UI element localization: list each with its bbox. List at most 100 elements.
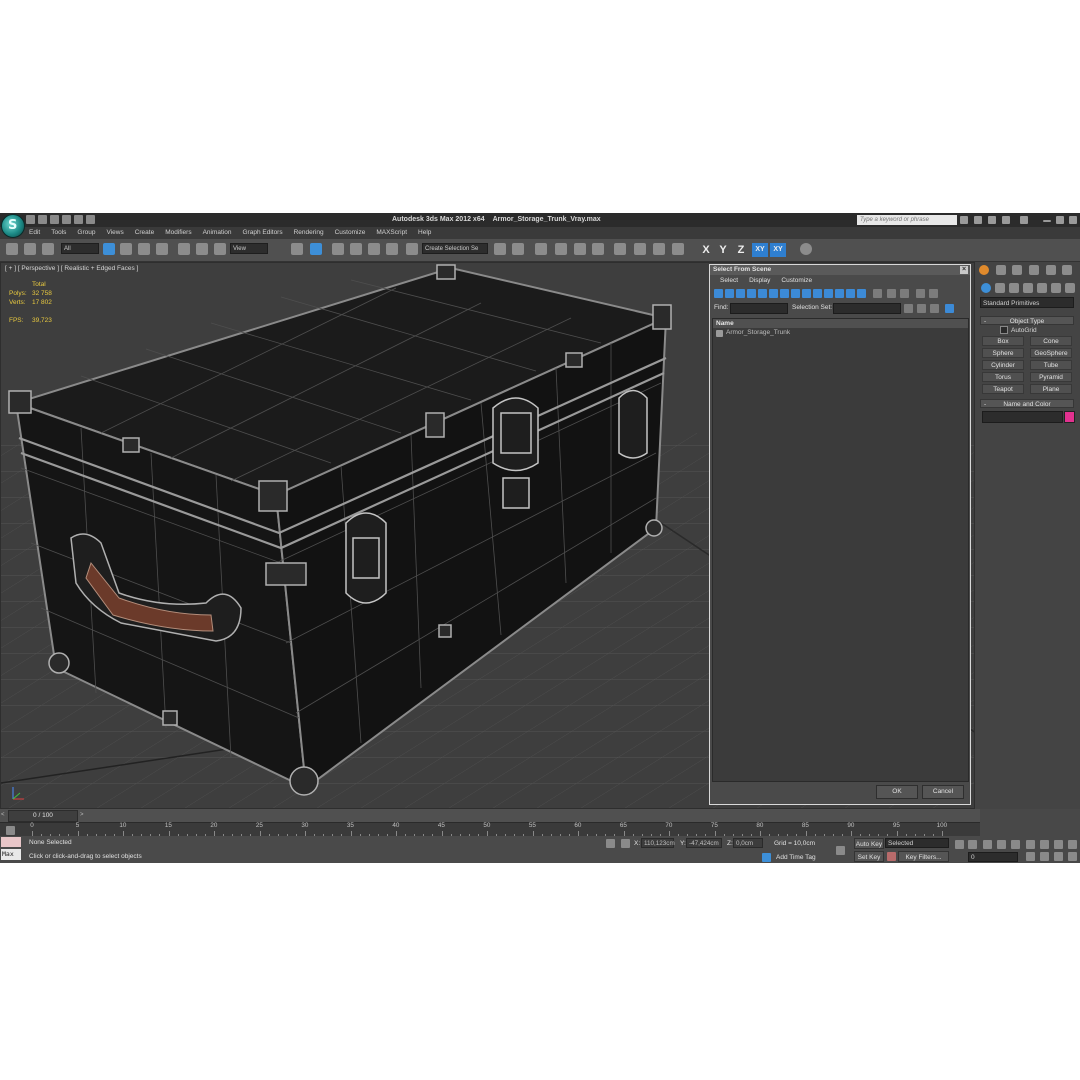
modify-tab-icon[interactable]: [996, 265, 1006, 275]
track-bar[interactable]: 0 5 10 15 20 25 30 35 40 45 50 55 60 65 70 75 80 85 90 95 10…: [0, 822, 980, 837]
material-editor-icon[interactable]: [614, 243, 626, 255]
sphere-button[interactable]: Sphere: [982, 348, 1024, 358]
spinner-snap-icon[interactable]: [386, 243, 398, 255]
binoculars-icon[interactable]: [960, 216, 968, 224]
mini-curve-editor-icon[interactable]: [6, 826, 15, 835]
menu-group[interactable]: Group: [77, 227, 95, 239]
menu-create[interactable]: Create: [135, 227, 155, 239]
menu-modifiers[interactable]: Modifiers: [165, 227, 191, 239]
display-groups-icon[interactable]: [780, 289, 789, 298]
menu-help[interactable]: Help: [418, 227, 431, 239]
save-file-icon[interactable]: [50, 215, 59, 224]
key-mode-dropdown[interactable]: Selected: [885, 838, 949, 848]
plane-button[interactable]: Plane: [1030, 384, 1072, 394]
scale-icon[interactable]: [214, 243, 226, 255]
object-type-rollout[interactable]: - Object Type: [980, 316, 1074, 325]
tube-button[interactable]: Tube: [1030, 360, 1072, 370]
axis-x-button[interactable]: X: [698, 243, 714, 257]
field-of-view-icon[interactable]: [1068, 840, 1077, 849]
maxscript-output[interactable]: [1, 837, 21, 847]
zoom-icon[interactable]: [1026, 852, 1035, 861]
display-helpers-icon[interactable]: [758, 289, 767, 298]
communication-icon[interactable]: [988, 216, 996, 224]
time-configuration-icon[interactable]: [1040, 840, 1049, 849]
rotate-icon[interactable]: [196, 243, 208, 255]
cameras-icon[interactable]: [1023, 283, 1033, 293]
close-icon[interactable]: [1069, 216, 1077, 224]
vray-toolbar-icon[interactable]: [800, 243, 812, 255]
next-frame-icon[interactable]: [997, 840, 1006, 849]
cylinder-button[interactable]: Cylinder: [982, 360, 1024, 370]
axis-xy-button[interactable]: XY: [752, 243, 768, 257]
select-link-icon[interactable]: [6, 243, 18, 255]
mirror-icon[interactable]: [494, 243, 506, 255]
name-column-header[interactable]: Name: [713, 319, 968, 328]
move-icon[interactable]: [178, 243, 190, 255]
set-key-button[interactable]: Set Key: [854, 851, 884, 862]
z-coord-field[interactable]: 0,0cm: [733, 838, 763, 848]
remove-from-set-icon[interactable]: [930, 304, 939, 313]
box-button[interactable]: Box: [982, 336, 1024, 346]
autogrid-checkbox[interactable]: AutoGrid: [1000, 326, 1037, 334]
sync-selection-icon[interactable]: [945, 304, 954, 313]
select-manipulate-icon[interactable]: [310, 243, 322, 255]
menu-maxscript[interactable]: MAXScript: [376, 227, 407, 239]
go-to-end-icon[interactable]: [1011, 840, 1020, 849]
render-teapot-icon[interactable]: [672, 243, 684, 255]
torus-button[interactable]: Torus: [982, 372, 1024, 382]
y-coord-field[interactable]: -47,424cm: [686, 838, 722, 848]
rectangular-selection-icon[interactable]: [138, 243, 150, 255]
create-set-icon[interactable]: [904, 304, 913, 313]
rendered-frame-icon[interactable]: [653, 243, 665, 255]
minimize-icon[interactable]: [1043, 220, 1051, 222]
filter-options-icon[interactable]: [929, 289, 938, 298]
menu-views[interactable]: Views: [106, 227, 123, 239]
hierarchy-tab-icon[interactable]: [1012, 265, 1022, 275]
object-color-swatch[interactable]: [1064, 411, 1075, 423]
app-logo-icon[interactable]: [1, 214, 25, 238]
lights-icon[interactable]: [1009, 283, 1019, 293]
primitive-category-dropdown[interactable]: Standard Primitives: [980, 297, 1074, 308]
percent-snap-icon[interactable]: [368, 243, 380, 255]
display-shapes-icon[interactable]: [725, 289, 734, 298]
axis-y-button[interactable]: Y: [715, 243, 731, 257]
axis-xy-cycle-button[interactable]: XY: [770, 243, 786, 257]
add-to-set-icon[interactable]: [917, 304, 926, 313]
cancel-button[interactable]: Cancel: [922, 785, 964, 799]
ok-button[interactable]: OK: [876, 785, 918, 799]
pivot-center-icon[interactable]: [291, 243, 303, 255]
layer-manager-icon[interactable]: [535, 243, 547, 255]
window-crossing-icon[interactable]: [156, 243, 168, 255]
time-slider[interactable]: 0 / 100: [8, 810, 78, 822]
dialog-menu-customize[interactable]: Customize: [781, 275, 812, 287]
space-warps-icon[interactable]: [1051, 283, 1061, 293]
time-tag-icon[interactable]: [762, 853, 771, 862]
teapot-button[interactable]: Teapot: [982, 384, 1024, 394]
maxscript-listener[interactable]: Max: [0, 836, 22, 863]
pan-view-icon[interactable]: [1040, 852, 1049, 861]
previous-frame-icon[interactable]: [968, 840, 977, 849]
select-all-icon[interactable]: [873, 289, 882, 298]
maximize-viewport-icon[interactable]: [1068, 852, 1077, 861]
undo-icon[interactable]: [62, 215, 71, 224]
project-folder-icon[interactable]: [86, 215, 95, 224]
snaps-toggle-icon[interactable]: [332, 243, 344, 255]
viewport-label[interactable]: [ + ] [ Perspective ] [ Realistic + Edge…: [5, 265, 138, 272]
geometry-icon[interactable]: [981, 283, 991, 293]
cone-button[interactable]: Cone: [1030, 336, 1072, 346]
redo-icon[interactable]: [74, 215, 83, 224]
zoom-extents-icon[interactable]: [1054, 840, 1063, 849]
select-invert-icon[interactable]: [900, 289, 909, 298]
dialog-menu-display[interactable]: Display: [749, 275, 770, 287]
menu-edit[interactable]: Edit: [29, 227, 40, 239]
named-selection-set-dropdown[interactable]: Create Selection Se: [422, 243, 488, 254]
orbit-icon[interactable]: [1054, 852, 1063, 861]
selection-set-dropdown[interactable]: [833, 303, 901, 314]
menu-animation[interactable]: Animation: [203, 227, 232, 239]
dialog-title-bar[interactable]: Select From Scene ×: [710, 265, 970, 275]
play-icon[interactable]: [983, 840, 992, 849]
go-to-start-icon[interactable]: [955, 840, 964, 849]
edit-named-selection-icon[interactable]: [406, 243, 418, 255]
next-frame-arrow-icon[interactable]: >: [80, 812, 84, 818]
systems-icon[interactable]: [1065, 283, 1075, 293]
